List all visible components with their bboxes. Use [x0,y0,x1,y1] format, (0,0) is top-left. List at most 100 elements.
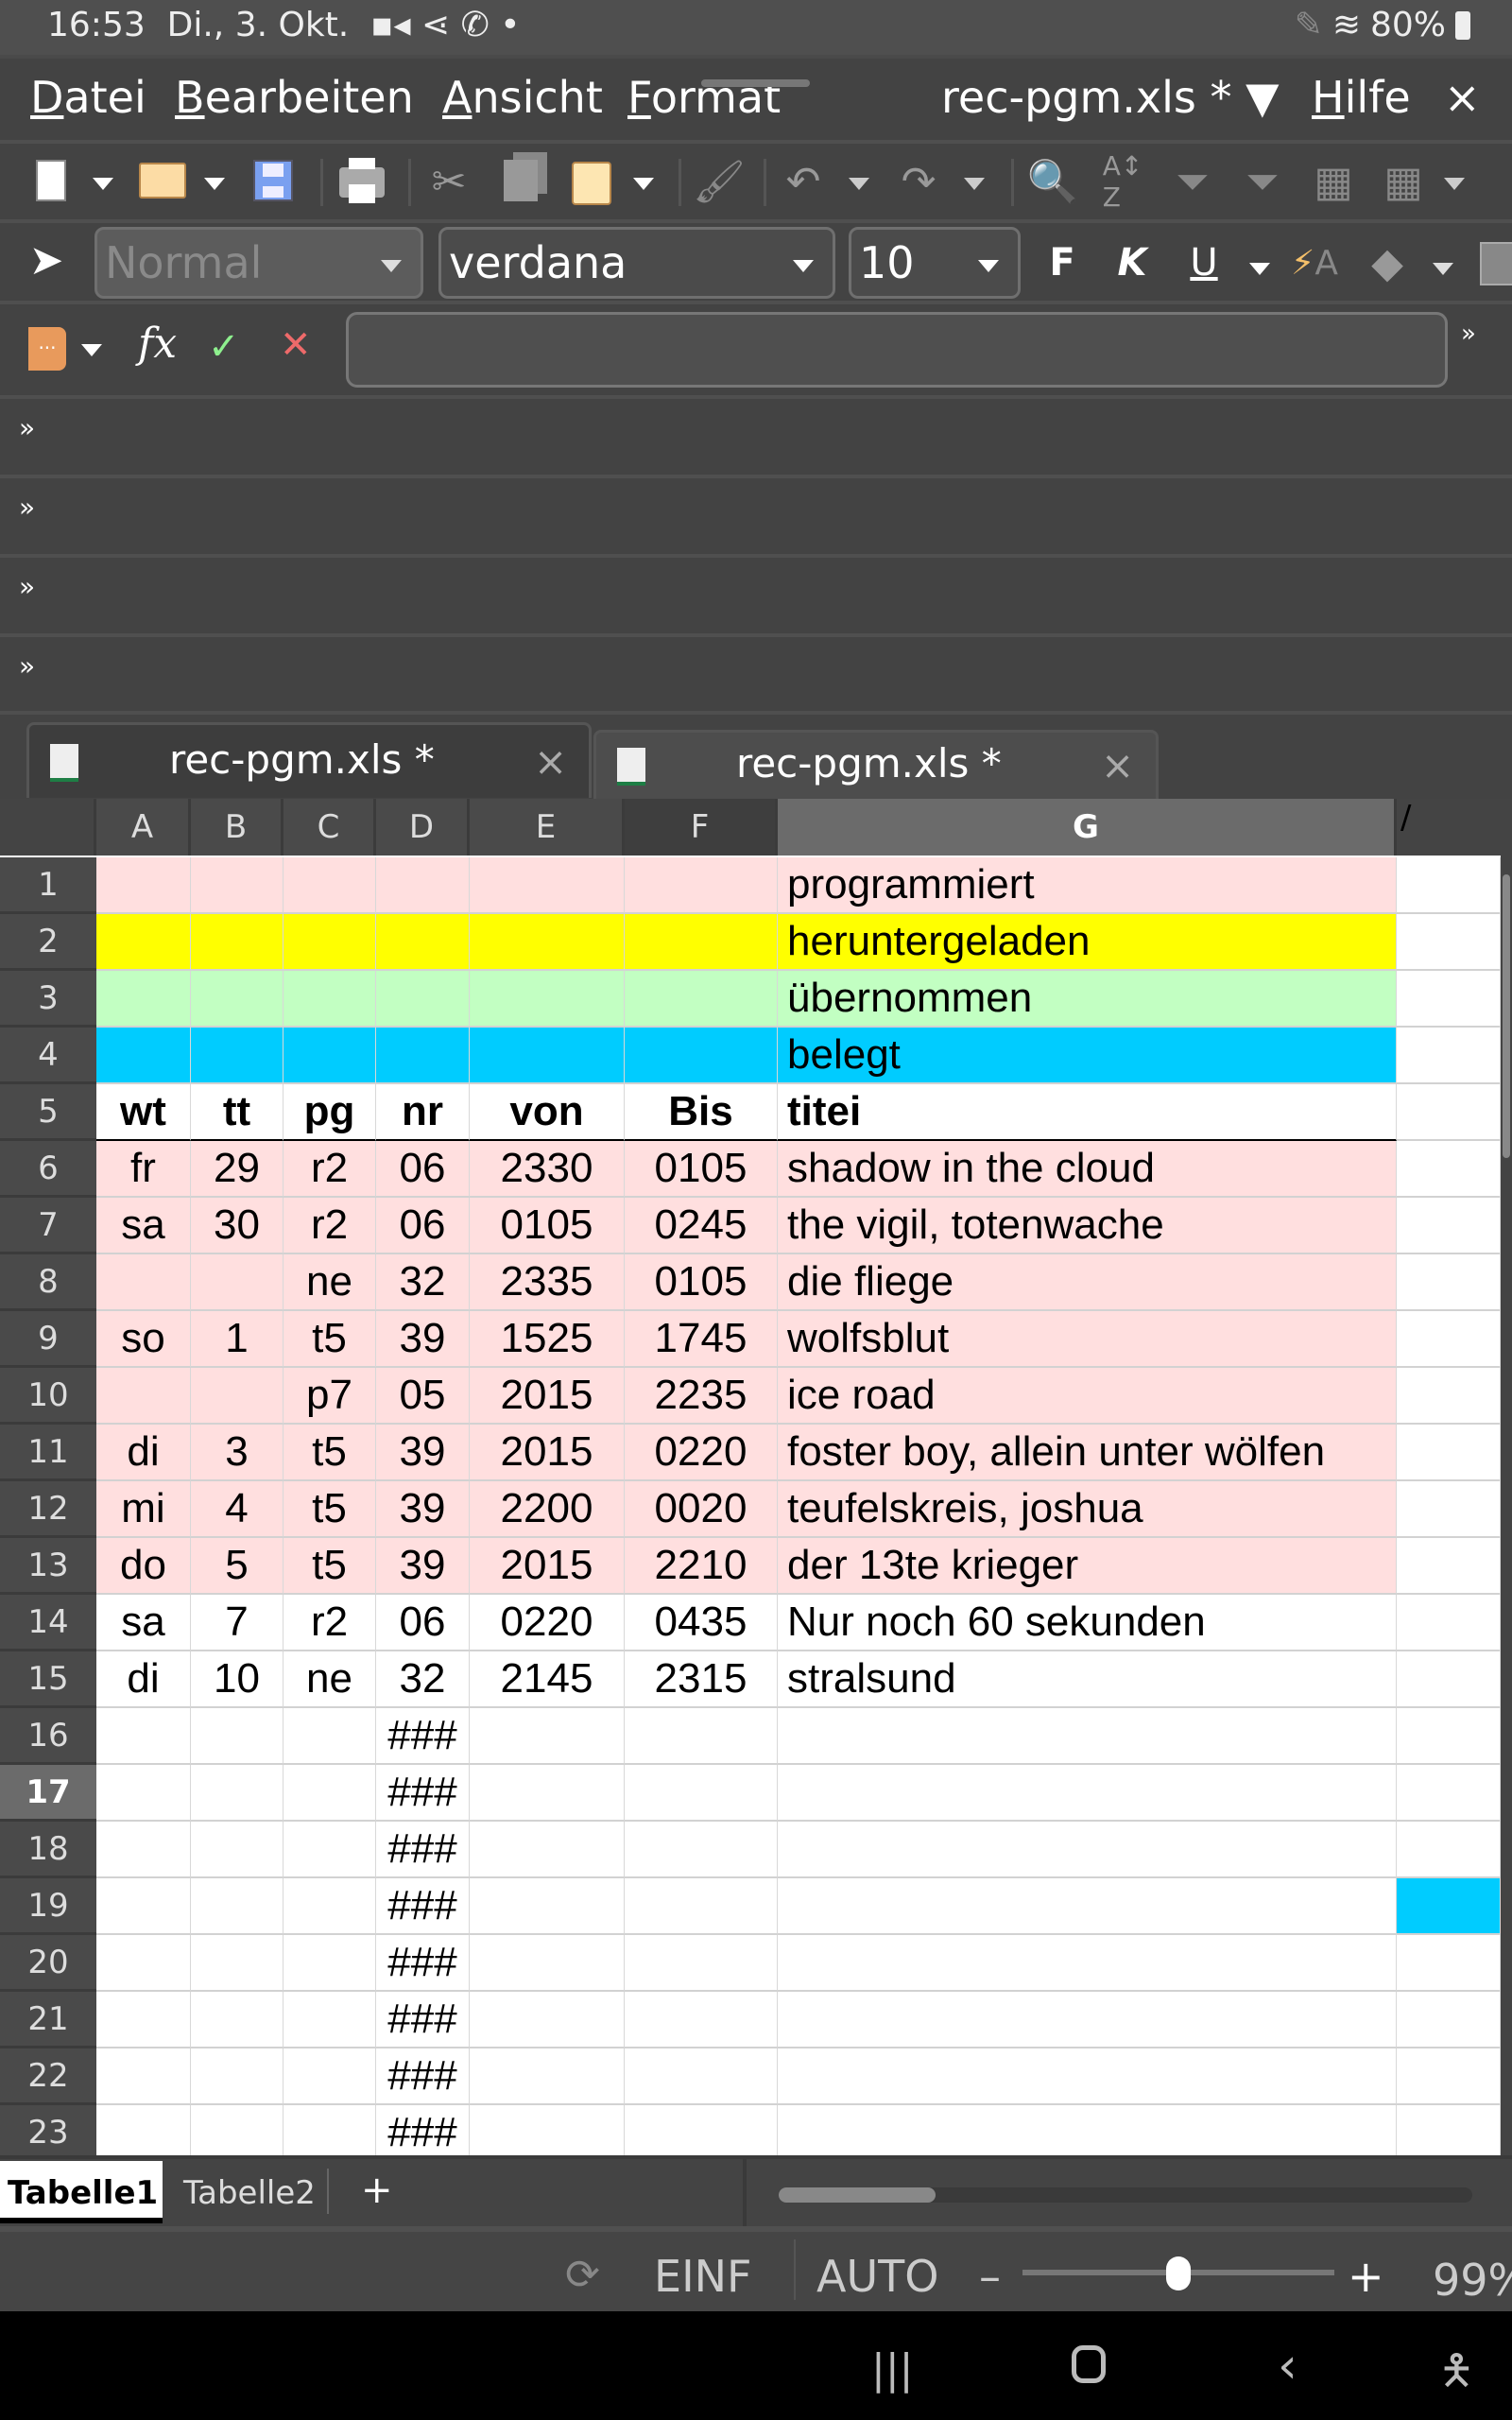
row-header[interactable]: 2 [0,914,96,971]
expand-toolbar-button[interactable]: » [19,650,35,682]
row-header[interactable]: 14 [0,1595,96,1651]
cell-e11[interactable]: 2015 [470,1425,625,1481]
row-header[interactable]: 16 [0,1708,96,1765]
cell-e23[interactable] [470,2105,625,2155]
column-header-e[interactable]: E [470,799,625,856]
cell-d7[interactable]: 06 [376,1198,470,1254]
row-header[interactable]: 5 [0,1084,96,1141]
cell-b8[interactable] [191,1254,284,1311]
cell-g19[interactable] [778,1878,1397,1935]
cell-a8[interactable] [96,1254,191,1311]
cell-h12[interactable] [1397,1481,1501,1538]
column-header-c[interactable]: C [284,799,376,856]
cell-c12[interactable]: t5 [284,1481,376,1538]
cell-c14[interactable]: r2 [284,1595,376,1651]
cell-h1[interactable] [1397,857,1501,914]
underline-button[interactable]: U [1187,238,1221,287]
menu-bearbeiten[interactable]: Bearbeiten [175,72,414,123]
cell-b16[interactable] [191,1708,284,1765]
cell-h21[interactable] [1397,1992,1501,2048]
paste-dropdown-arrow[interactable] [633,178,654,190]
cell-a5[interactable]: wt [96,1084,191,1141]
horizontal-scrollbar-track[interactable] [779,2187,1472,2203]
cell-d6[interactable]: 06 [376,1141,470,1198]
cell-c10[interactable]: p7 [284,1368,376,1425]
cell-d11[interactable]: 39 [376,1425,470,1481]
row-header[interactable]: 6 [0,1141,96,1198]
column-header-f[interactable]: F [625,799,778,856]
cell-c5[interactable]: pg [284,1084,376,1141]
row-header[interactable]: 22 [0,2048,96,2105]
cell-h13[interactable] [1397,1538,1501,1595]
cell-e10[interactable]: 2015 [470,1368,625,1425]
cell-a16[interactable] [96,1708,191,1765]
column-header-g[interactable]: G [778,799,1397,856]
zoom-level[interactable]: 99% [1433,2255,1512,2306]
cell-c13[interactable]: t5 [284,1538,376,1595]
background-color-dropdown-arrow[interactable] [1433,263,1453,275]
cell-h11[interactable] [1397,1425,1501,1481]
cell-a21[interactable] [96,1992,191,2048]
cell-a2[interactable] [96,914,191,971]
cell-b7[interactable]: 30 [191,1198,284,1254]
autofilter-icon[interactable]: ⏷ [1172,157,1213,206]
cell-a23[interactable] [96,2105,191,2155]
cell-c8[interactable]: ne [284,1254,376,1311]
expand-toolbar-button[interactable]: » [19,492,35,523]
cell-c11[interactable]: t5 [284,1425,376,1481]
cell-cursor[interactable] [1397,1878,1501,1935]
zoom-slider-thumb[interactable] [1166,2256,1191,2290]
spreadsheet-grid[interactable]: ABCDEFG 1 programmiert 2 heruntergeladen 3 üb… [0,799,1512,2155]
vertical-scrollbar-thumb[interactable] [1503,874,1510,1158]
redo-dropdown-arrow[interactable] [964,178,985,190]
cell-d21[interactable]: ### [376,1992,470,2048]
cell-g5[interactable]: titei [778,1084,1397,1141]
open-folder-icon[interactable] [136,157,189,204]
menu-ansicht[interactable]: Ansicht [442,72,603,123]
cell-g11[interactable]: foster boy, allein unter wölfen [778,1425,1397,1481]
paragraph-style-combo[interactable]: Normal [94,227,423,299]
cell-h16[interactable] [1397,1708,1501,1765]
cell-e9[interactable]: 1525 [470,1311,625,1368]
insert-mode-indicator[interactable]: EINF [654,2251,752,2302]
recent-apps-icon[interactable]: ||| [871,2345,913,2394]
background-color-icon[interactable]: ◆ [1361,234,1414,291]
cell-b19[interactable] [191,1878,284,1935]
cell-e22[interactable] [470,2048,625,2105]
cell-b11[interactable]: 3 [191,1425,284,1481]
close-document-button[interactable]: × [1444,72,1481,123]
cell-b4[interactable] [191,1028,284,1084]
cell-b2[interactable] [191,914,284,971]
select-pointer-icon[interactable]: ➤ [29,236,64,285]
cell-h22[interactable] [1397,2048,1501,2105]
cell-h20[interactable] [1397,1935,1501,1992]
cell-e16[interactable] [470,1708,625,1765]
cell-g7[interactable]: the vigil, totenwache [778,1198,1397,1254]
cell-a7[interactable]: sa [96,1198,191,1254]
cell-h7[interactable] [1397,1198,1501,1254]
font-size-combo[interactable]: 10 [849,227,1021,299]
cell-c16[interactable] [284,1708,376,1765]
row-header[interactable]: 9 [0,1311,96,1368]
cell-f15[interactable]: 2315 [625,1651,778,1708]
cell-b21[interactable] [191,1992,284,2048]
row-header[interactable]: 7 [0,1198,96,1254]
bold-button[interactable]: F [1045,238,1079,287]
cell-h18[interactable] [1397,1822,1501,1878]
formula-input[interactable] [346,312,1448,388]
cell-f23[interactable] [625,2105,778,2155]
cell-f22[interactable] [625,2048,778,2105]
expand-formula-bar-button[interactable]: » [1461,320,1476,348]
cell-f5[interactable]: Bis [625,1084,778,1141]
cell-h23[interactable] [1397,2105,1501,2155]
zoom-out-button[interactable]: – [979,2251,1001,2302]
cell-g12[interactable]: teufelskreis, joshua [778,1481,1397,1538]
cell-f11[interactable]: 0220 [625,1425,778,1481]
font-dropdown-arrow[interactable] [793,260,814,272]
copy-icon[interactable] [497,157,544,204]
row-header[interactable]: 11 [0,1425,96,1481]
row-header[interactable]: 3 [0,971,96,1028]
remove-filter-icon[interactable]: ⏷ [1242,157,1283,206]
italic-button[interactable]: K [1115,238,1149,287]
sheet-tab-tabelle2[interactable]: Tabelle2 [183,2174,316,2212]
